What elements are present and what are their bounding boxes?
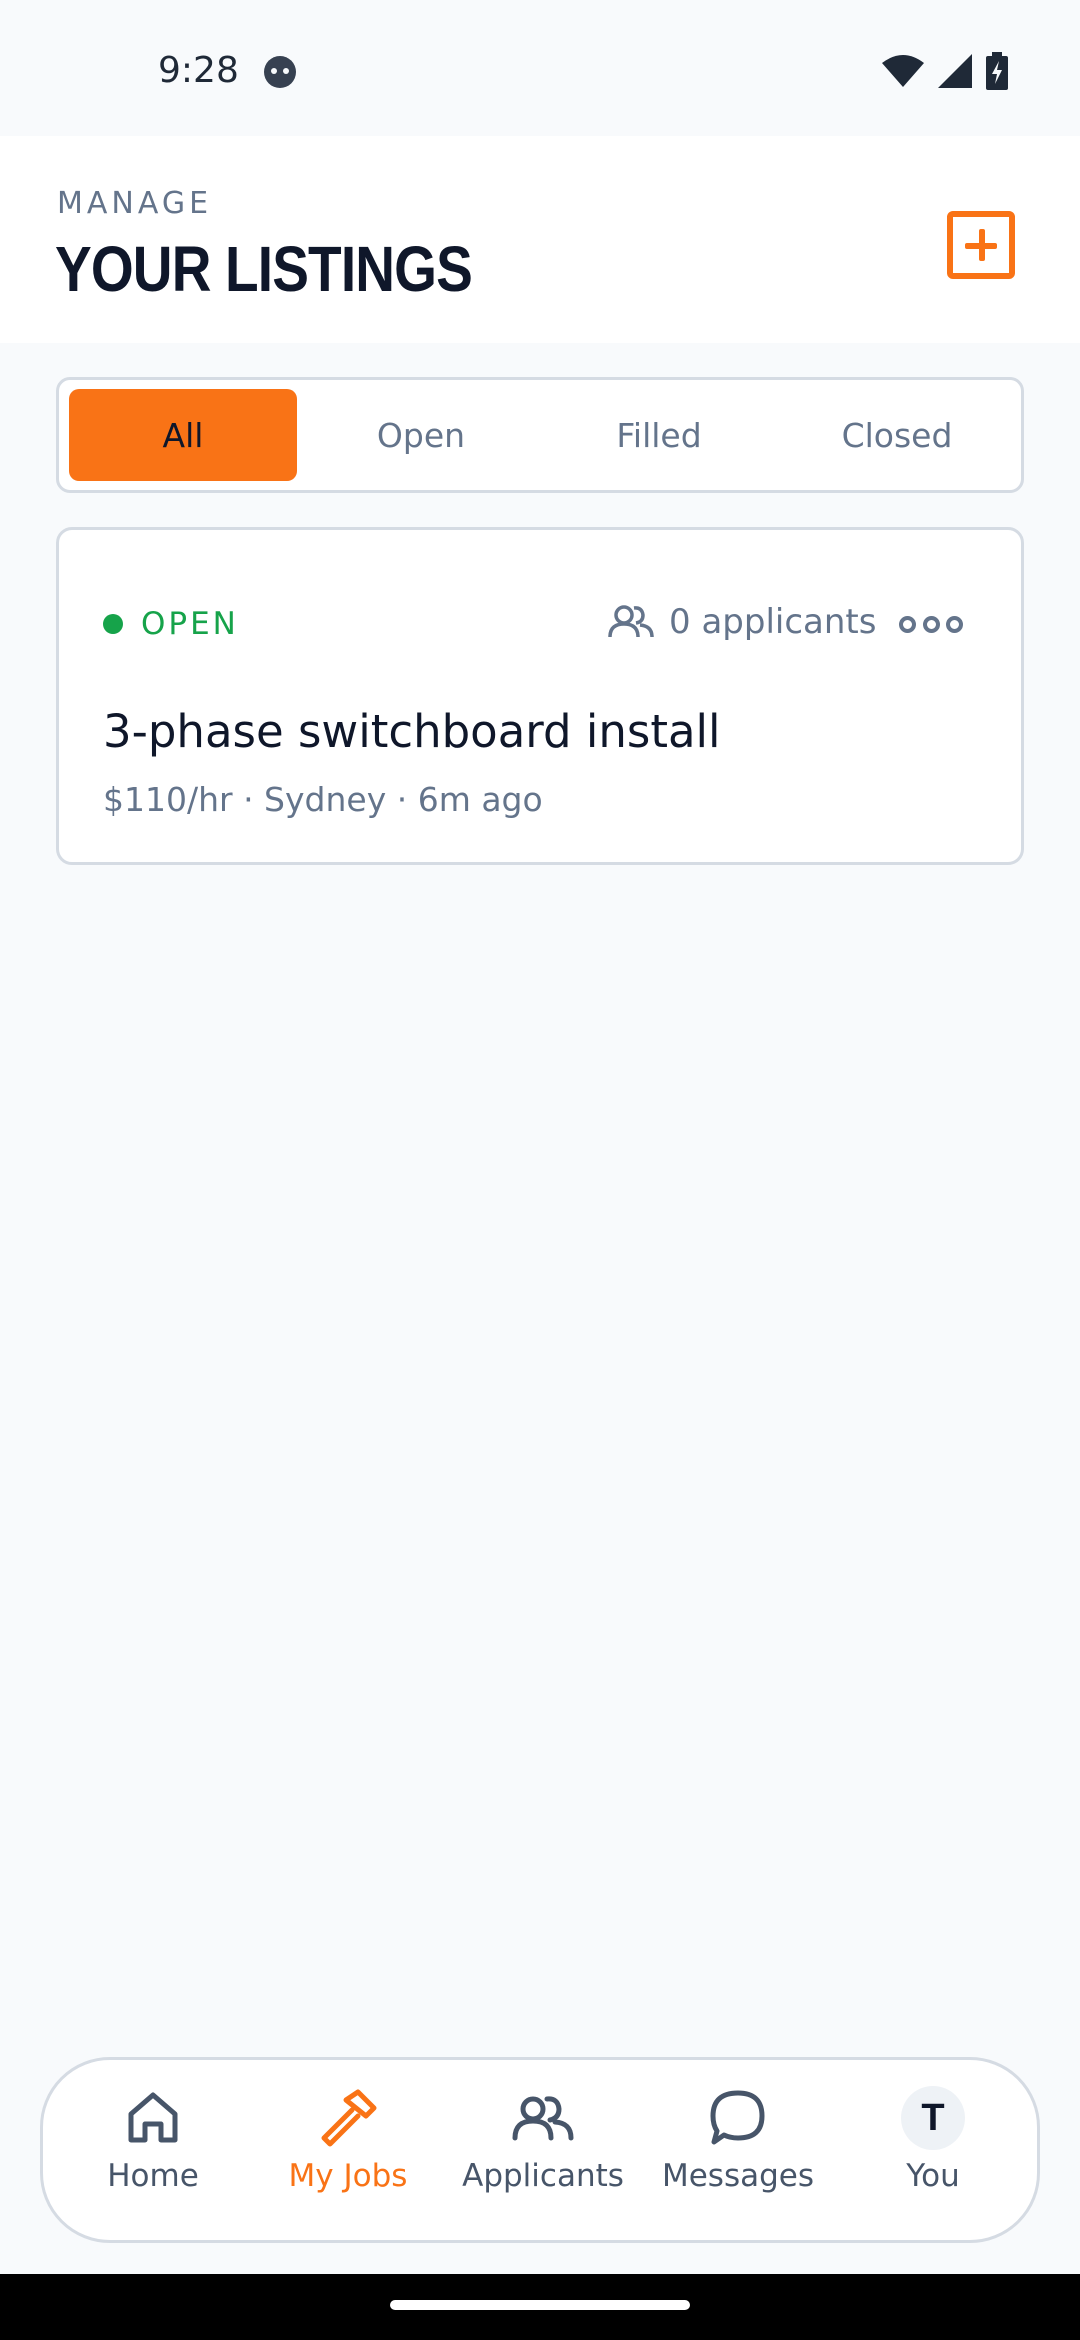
status-bar: 9:28 <box>0 0 1080 136</box>
tab-all[interactable]: All <box>69 389 297 481</box>
people-icon <box>608 605 654 638</box>
notification-face-icon <box>264 56 296 88</box>
page-title: YOUR LISTINGS <box>55 233 473 305</box>
tab-filled[interactable]: Filled <box>545 389 773 481</box>
nav-label: Home <box>107 2158 199 2194</box>
tab-open[interactable]: Open <box>307 389 535 481</box>
wifi-icon <box>882 55 924 87</box>
more-options-button[interactable] <box>899 604 963 644</box>
listing-meta: $110/hr · Sydney · 6m ago <box>103 780 543 819</box>
listing-title: 3-phase switchboard install <box>103 705 721 758</box>
nav-item-applicants[interactable]: Applicants <box>443 2086 643 2226</box>
status-badge: OPEN <box>103 606 239 642</box>
nav-item-messages[interactable]: Messages <box>638 2086 838 2226</box>
dot-icon <box>946 615 963 633</box>
battery-icon <box>986 52 1008 90</box>
nav-label: My Jobs <box>288 2158 408 2194</box>
nav-label: Applicants <box>462 2158 624 2194</box>
dot-icon <box>899 615 916 633</box>
nav-item-my-jobs[interactable]: My Jobs <box>248 2086 448 2226</box>
applicants-label: 0 applicants <box>669 602 877 642</box>
nav-item-you[interactable]: T You <box>833 2086 1033 2226</box>
add-listing-button[interactable] <box>947 211 1015 279</box>
cell-signal-icon <box>938 54 972 88</box>
applicants-count: 0 applicants <box>607 602 876 642</box>
system-gesture-area <box>0 2274 1080 2340</box>
hammer-icon <box>316 2086 380 2150</box>
filter-tabs: All Open Filled Closed <box>56 377 1024 493</box>
home-icon <box>121 2086 185 2150</box>
status-dot <box>103 614 123 634</box>
status-icons <box>882 52 1008 90</box>
tab-closed[interactable]: Closed <box>783 389 1011 481</box>
listing-card[interactable]: OPEN 0 applicants 3-phase switchboard in… <box>56 527 1024 865</box>
nav-item-home[interactable]: Home <box>53 2086 253 2226</box>
people-icon <box>511 2086 575 2150</box>
bottom-nav: Home My Jobs Applicants Messages T You <box>40 2057 1040 2243</box>
avatar: T <box>901 2086 965 2150</box>
gesture-handle[interactable] <box>390 2300 690 2310</box>
header-kicker: MANAGE <box>57 186 213 221</box>
nav-label: You <box>906 2158 960 2194</box>
status-time: 9:28 <box>158 50 239 91</box>
dot-icon <box>922 615 940 633</box>
chat-bubble-icon <box>706 2086 770 2150</box>
status-label: OPEN <box>141 606 239 642</box>
page-header: MANAGE YOUR LISTINGS <box>0 136 1080 343</box>
nav-label: Messages <box>661 2158 815 2194</box>
